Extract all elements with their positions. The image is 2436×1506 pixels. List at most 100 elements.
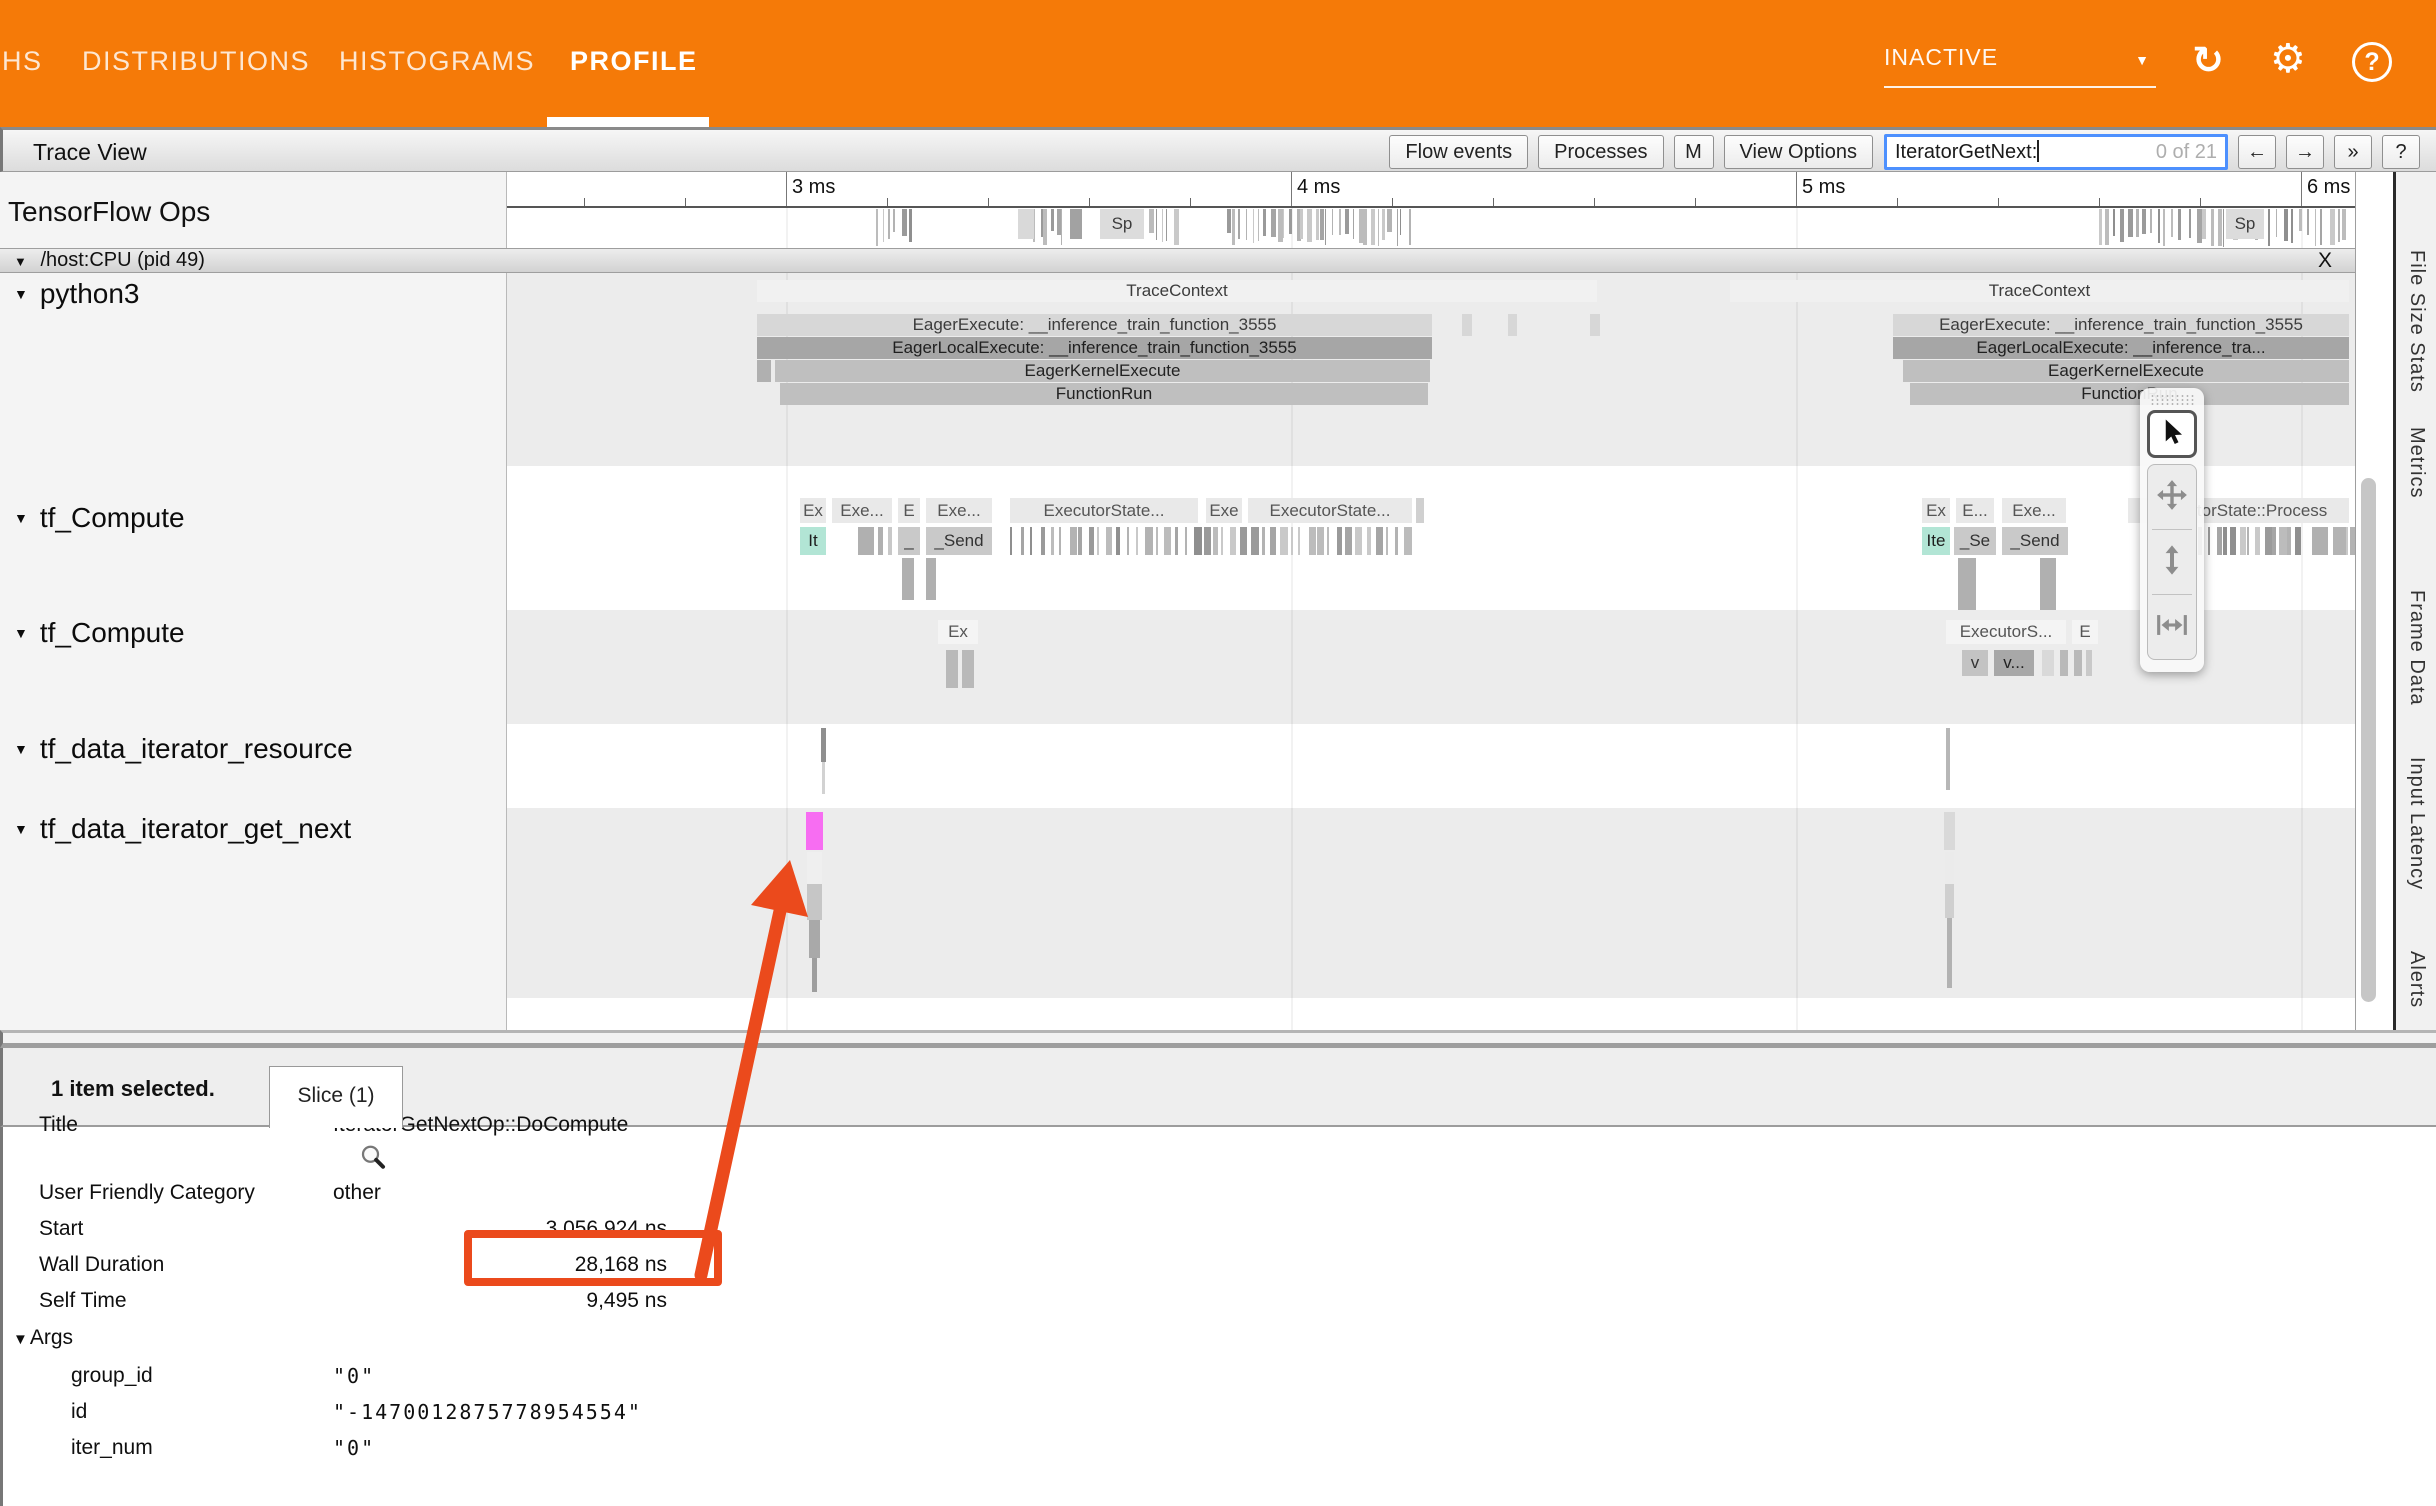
trace-slice[interactable] (2272, 527, 2276, 555)
trace-slice[interactable] (1070, 527, 1077, 555)
close-icon[interactable]: X (2309, 249, 2341, 272)
trace-slice[interactable] (2040, 558, 2056, 610)
more-button[interactable]: » (2334, 135, 2372, 169)
trace-slice[interactable]: Ex (1922, 498, 1950, 523)
trace-slice[interactable]: E (2072, 620, 2098, 644)
trace-slice[interactable] (1078, 527, 1082, 555)
trace-slice[interactable]: _Send (2002, 527, 2068, 555)
trace-slice[interactable] (2265, 527, 2272, 555)
marker-button[interactable]: M (1674, 135, 1714, 169)
trace-slice[interactable]: E (898, 498, 920, 523)
track-label-tf_data_iterator_resource[interactable]: ▼tf_data_iterator_resource (14, 733, 353, 765)
process-group-header[interactable]: ▼ /host:CPU (pid 49) X (0, 248, 2355, 273)
trace-slice[interactable] (1145, 527, 1153, 555)
magnifier-icon[interactable] (358, 1143, 388, 1178)
trace-slice[interactable] (1317, 527, 1324, 555)
trace-slice[interactable] (822, 762, 825, 794)
select-tool-button[interactable] (2147, 410, 2197, 458)
prev-match-button[interactable]: ← (2238, 135, 2276, 169)
trace-slice[interactable]: ExecutorState... (1248, 498, 1412, 523)
track-label-tf_Compute[interactable]: ▼tf_Compute (14, 617, 185, 649)
trace-slice[interactable]: _Send (926, 527, 992, 555)
trace-slice[interactable] (1355, 527, 1362, 555)
trace-slice[interactable] (2255, 527, 2260, 555)
trace-slice[interactable] (946, 650, 958, 688)
trace-slice[interactable] (757, 360, 771, 382)
trace-slice[interactable]: Exe... (2002, 498, 2066, 523)
trace-slice[interactable] (1059, 527, 1061, 555)
trace-slice[interactable] (1194, 527, 1202, 555)
trace-slice[interactable] (1127, 527, 1129, 555)
trace-slice[interactable] (1030, 527, 1032, 555)
trace-slice[interactable]: TraceContext (757, 280, 1597, 302)
trace-slice[interactable] (2287, 527, 2291, 555)
trace-slice[interactable]: v... (1994, 650, 2034, 676)
trace-slice[interactable] (1298, 527, 1300, 555)
trace-slice[interactable]: TraceContext (1730, 280, 2349, 302)
trace-slice[interactable] (1376, 527, 1383, 555)
vertical-scrollbar[interactable] (2355, 172, 2393, 1030)
trace-slice[interactable] (1590, 314, 1600, 336)
trace-slice[interactable] (1947, 918, 1952, 988)
sidebar-tab-alerts[interactable]: Alerts (2405, 951, 2428, 1008)
trace-slice[interactable]: Exe... (832, 498, 892, 523)
expander-triangle-icon[interactable]: ▼ (14, 510, 28, 526)
trace-slice[interactable] (1021, 527, 1024, 555)
sidebar-tab-frame-data[interactable]: Frame Data (2405, 590, 2428, 706)
trace-slice[interactable]: Exe (1206, 498, 1242, 523)
trace-slice[interactable]: Exe... (926, 498, 992, 523)
trace-slice[interactable] (1309, 527, 1316, 555)
tab-profile[interactable]: PROFILE (570, 46, 698, 77)
trace-slice[interactable]: EagerKernelExecute (775, 360, 1430, 382)
trace-slice[interactable] (1240, 527, 1247, 555)
zoom-tool-button[interactable] (2148, 530, 2196, 594)
sidebar-tab-input-latency[interactable]: Input Latency (2405, 757, 2428, 890)
trace-slice[interactable] (1175, 527, 1178, 555)
expander-triangle-icon[interactable]: ▼ (14, 741, 28, 757)
trace-slice[interactable]: EagerExecute: __inference_train_function… (1893, 314, 2349, 336)
expander-triangle-icon[interactable]: ▼ (14, 286, 28, 302)
trace-slice[interactable] (821, 728, 826, 762)
trace-slice[interactable] (1367, 527, 1371, 555)
tab-slice[interactable]: Slice (1) (269, 1066, 403, 1128)
trace-slice[interactable] (812, 958, 817, 992)
trace-slice[interactable]: EagerExecute: __inference_train_function… (757, 314, 1432, 336)
trace-slice[interactable] (1946, 728, 1950, 790)
trace-slice[interactable] (2346, 527, 2348, 555)
track-label-tf_Compute[interactable]: ▼tf_Compute (14, 502, 185, 534)
trace-slice[interactable] (1106, 527, 1112, 555)
trace-slice[interactable] (1204, 527, 1211, 555)
expander-triangle-icon[interactable]: ▼ (13, 1331, 28, 1348)
trace-slice[interactable] (1386, 527, 1388, 555)
trace-slice[interactable] (926, 558, 936, 600)
trace-slice[interactable]: EagerKernelExecute (1903, 360, 2349, 382)
palette-drag-handle[interactable] (2150, 394, 2194, 406)
trace-slice[interactable]: ExecutorState... (1010, 498, 1198, 523)
trace-slice[interactable] (1327, 527, 1329, 555)
trace-slice[interactable] (1270, 527, 1276, 555)
trace-slice[interactable] (2086, 650, 2092, 676)
trace-slice[interactable] (2240, 527, 2246, 555)
tab-histograms[interactable]: HISTOGRAMS (339, 46, 535, 77)
trace-slice[interactable] (2208, 527, 2210, 555)
pan-tool-button[interactable] (2148, 465, 2196, 529)
trace-slice[interactable]: _ (898, 527, 920, 555)
trace-slice[interactable] (807, 852, 822, 884)
trace-slice[interactable] (1221, 527, 1223, 555)
expander-triangle-icon[interactable]: ▼ (14, 625, 28, 641)
trace-slice[interactable] (2312, 527, 2328, 555)
trace-slice[interactable] (1136, 527, 1138, 555)
trace-slice[interactable] (1089, 527, 1094, 555)
trace-slice[interactable] (2060, 650, 2068, 676)
trace-slice[interactable] (2223, 527, 2227, 555)
trace-slice[interactable]: _Se (1954, 527, 1996, 555)
track-label-tf_data_iterator_get_next[interactable]: ▼tf_data_iterator_get_next (14, 813, 351, 845)
trace-slice[interactable] (878, 527, 883, 555)
trace-slice[interactable] (962, 650, 974, 688)
next-match-button[interactable]: → (2286, 135, 2324, 169)
expander-triangle-icon[interactable]: ▼ (14, 821, 28, 837)
trace-slice[interactable]: Ex (938, 620, 978, 644)
trace-slice[interactable] (1164, 527, 1171, 555)
trace-slice[interactable] (1945, 884, 1954, 918)
timing-tool-button[interactable] (2148, 595, 2196, 659)
